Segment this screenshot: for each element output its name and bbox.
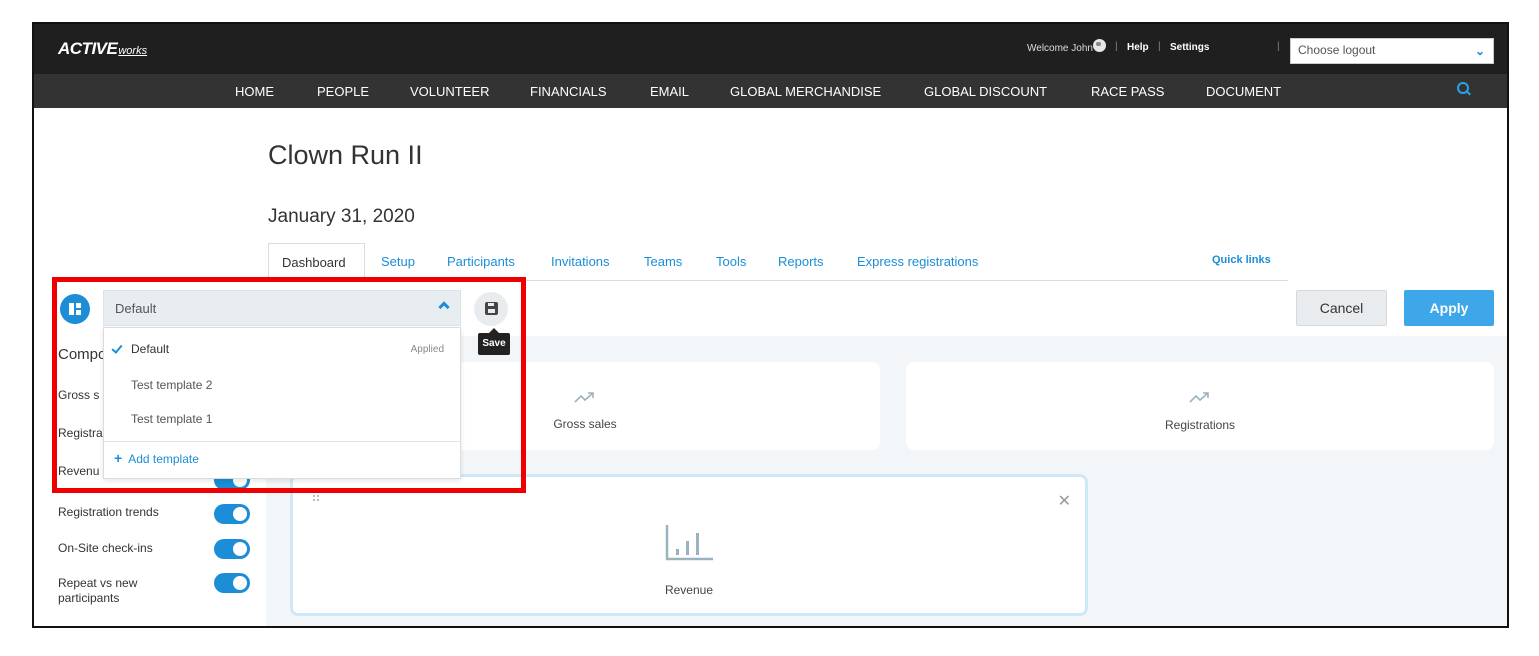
nav-email[interactable]: EMAIL: [650, 84, 689, 99]
nav-race-pass[interactable]: RACE PASS: [1091, 84, 1164, 99]
widget-revenue[interactable]: ✕ Revenue: [290, 474, 1088, 616]
logo-sub: works: [118, 45, 148, 57]
apply-button[interactable]: Apply: [1404, 290, 1494, 326]
close-icon[interactable]: ✕: [1058, 491, 1071, 511]
trend-up-icon: [1189, 390, 1211, 403]
nav-volunteer[interactable]: VOLUNTEER: [410, 84, 489, 99]
logout-select[interactable]: Choose logout ⌄: [1290, 38, 1494, 64]
widget-label: Revenue: [664, 583, 714, 597]
active-works-logo[interactable]: ACTIVEworks: [58, 39, 147, 59]
bar-chart-icon: [665, 523, 715, 561]
onsite-checkins-toggle[interactable]: [214, 539, 250, 559]
repeat-vs-new-toggle[interactable]: [214, 573, 250, 593]
app-frame: ACTIVEworks Welcome John | Help | Settin…: [32, 22, 1509, 628]
cancel-button[interactable]: Cancel: [1296, 290, 1387, 326]
separator: |: [1115, 41, 1118, 52]
tab-participants[interactable]: Participants: [447, 254, 515, 269]
top-bar: ACTIVEworks Welcome John | Help | Settin…: [34, 24, 1507, 74]
tab-express-registrations[interactable]: Express registrations: [857, 254, 978, 269]
tab-tools[interactable]: Tools: [716, 254, 746, 269]
registration-trends-toggle[interactable]: [214, 504, 250, 524]
settings-link[interactable]: Settings: [1170, 42, 1209, 53]
logo-main: ACTIVE: [58, 39, 118, 58]
highlight-box: [52, 277, 526, 493]
nav-home[interactable]: HOME: [235, 84, 274, 99]
search-icon[interactable]: [1456, 81, 1472, 97]
nav-people[interactable]: PEOPLE: [317, 84, 369, 99]
separator: |: [1277, 41, 1280, 52]
drag-handle-icon[interactable]: [313, 495, 319, 501]
nav-global-discount[interactable]: GLOBAL DISCOUNT: [924, 84, 1047, 99]
component-repeat-vs-new: Repeat vs new participants: [58, 576, 138, 605]
welcome-text: Welcome John: [1027, 43, 1093, 54]
tab-setup[interactable]: Setup: [381, 254, 415, 269]
page-title: Clown Run II: [268, 140, 423, 170]
component-registration-trends: Registration trends: [58, 505, 159, 519]
nav-financials[interactable]: FINANCIALS: [530, 84, 607, 99]
component-onsite-checkins: On-Site check-ins: [58, 541, 153, 555]
widget-label: Registrations: [1164, 418, 1236, 432]
globe-icon[interactable]: [1093, 39, 1106, 52]
nav-global-merchandise[interactable]: GLOBAL MERCHANDISE: [730, 84, 881, 99]
logout-placeholder: Choose logout: [1298, 43, 1376, 57]
quick-links[interactable]: Quick links: [1212, 254, 1271, 266]
separator: |: [1158, 41, 1161, 52]
trend-up-icon: [574, 390, 596, 403]
widget-registrations[interactable]: Registrations: [906, 362, 1494, 450]
chevron-down-icon: ⌄: [1474, 44, 1485, 58]
tab-teams[interactable]: Teams: [644, 254, 682, 269]
help-link[interactable]: Help: [1127, 42, 1149, 53]
tab-invitations[interactable]: Invitations: [551, 254, 610, 269]
tab-dashboard[interactable]: Dashboard: [268, 243, 365, 281]
event-date: January 31, 2020: [268, 206, 415, 227]
main-nav: HOME PEOPLE VOLUNTEER FINANCIALS EMAIL G…: [34, 74, 1507, 108]
nav-document[interactable]: DOCUMENT: [1206, 84, 1281, 99]
tab-reports[interactable]: Reports: [778, 254, 824, 269]
